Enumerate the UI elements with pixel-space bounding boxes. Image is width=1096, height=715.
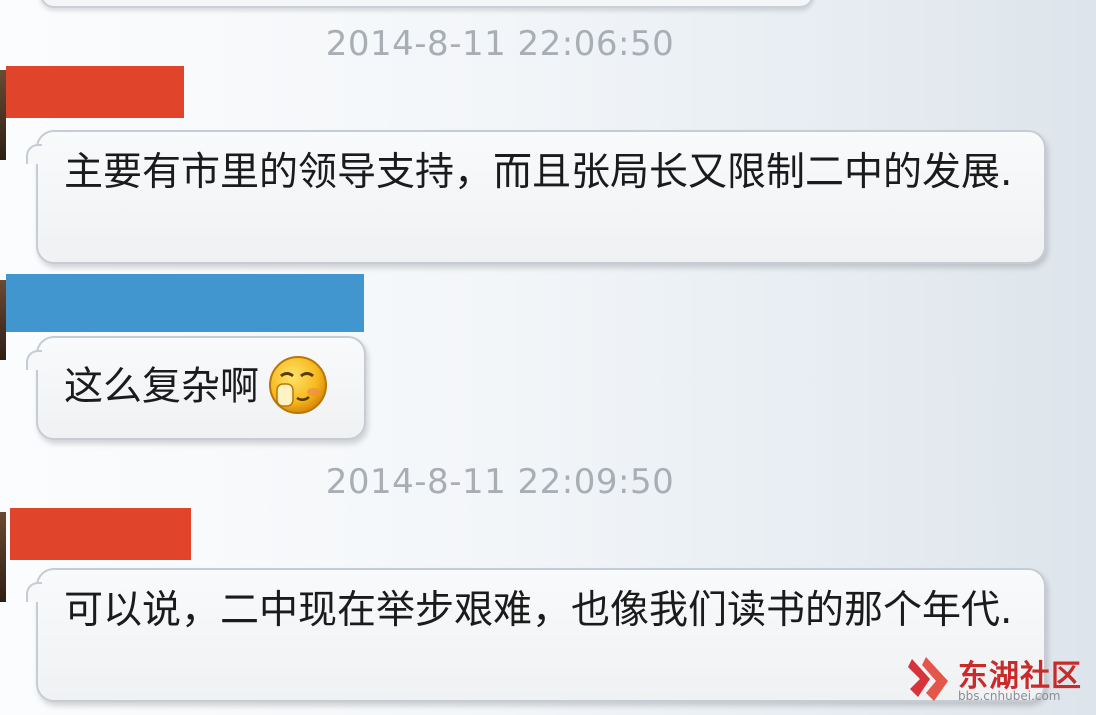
timestamp: 2014-8-11 22:06:50 xyxy=(325,24,675,64)
shy-smile-emoji-icon xyxy=(267,354,329,416)
avatar xyxy=(0,512,6,602)
message-text: 主要有市里的领导支持，而且张局长又限制二中的发展. xyxy=(64,150,1013,195)
message-bubble[interactable]: 这么复杂啊 xyxy=(26,336,366,440)
previous-bubble-edge xyxy=(40,0,814,8)
message-bubble[interactable]: 主要有市里的领导支持，而且张局长又限制二中的发展. xyxy=(26,130,1046,264)
message-text: 可以说，二中现在举步艰难，也像我们读书的那个年代. xyxy=(64,588,1013,633)
sender-name-redacted xyxy=(6,274,364,332)
timestamp: 2014-8-11 22:09:50 xyxy=(325,462,675,502)
watermark-url: bbs.cnhubei.com xyxy=(958,689,1061,703)
message-bubble[interactable]: 可以说，二中现在举步艰难，也像我们读书的那个年代. xyxy=(26,568,1046,702)
watermark: 东湖社区 bbs.cnhubei.com xyxy=(908,651,1088,709)
message-text: 这么复杂啊 xyxy=(64,364,260,410)
sender-name-redacted xyxy=(6,66,184,118)
donghu-logo-icon xyxy=(908,657,948,701)
sender-name-redacted xyxy=(10,508,191,560)
